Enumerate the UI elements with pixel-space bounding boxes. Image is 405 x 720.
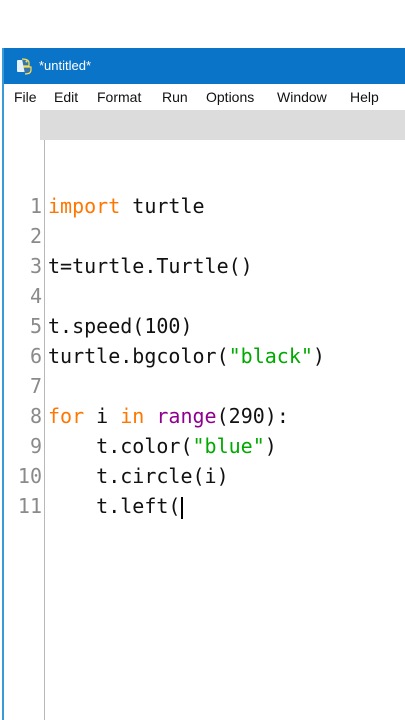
title-bar[interactable]: *untitled*: [4, 48, 405, 84]
code-text: t=turtle.Turtle(): [48, 254, 253, 278]
code-text: turtle.bgcolor("black"): [48, 344, 325, 368]
line-number: 1: [29, 194, 42, 218]
line-number: 11: [17, 494, 42, 518]
code-line-11: 11 t.left(: [4, 491, 405, 521]
code-line-7: 7: [4, 371, 405, 401]
idle-editor-window: *untitled* File Edit Format Run Options …: [2, 48, 405, 720]
menu-edit[interactable]: Edit: [54, 84, 78, 110]
line-number: 8: [29, 404, 42, 428]
line-number: 10: [17, 464, 42, 488]
line-number: 9: [29, 434, 42, 458]
code-text: for i in range(290):: [48, 404, 289, 428]
code-line-10: 10 t.circle(i): [4, 461, 405, 491]
code-line-2: 2: [4, 221, 405, 251]
menu-bar: File Edit Format Run Options Window Help: [4, 84, 405, 110]
code-text: t.circle(i): [48, 464, 229, 488]
window-title: *untitled*: [39, 58, 92, 73]
code-line-text: t.left(: [48, 494, 181, 518]
code-line-8: 8 for i in range(290):: [4, 401, 405, 431]
menu-format[interactable]: Format: [97, 84, 141, 110]
code-text: t.color("blue"): [48, 434, 277, 458]
code-line-1: 1 import turtle: [4, 191, 405, 221]
code-text: t.speed(100): [48, 314, 193, 338]
menu-help[interactable]: Help: [350, 84, 379, 110]
code-text: t.left(: [48, 491, 184, 521]
code-line-9: 9 t.color("blue"): [4, 431, 405, 461]
code-text: import turtle: [48, 194, 205, 218]
line-number: 5: [29, 314, 42, 338]
background-strip: [0, 0, 405, 48]
line-number: 3: [29, 254, 42, 278]
code-line-6: 6 turtle.bgcolor("black"): [4, 341, 405, 371]
menu-file[interactable]: File: [14, 84, 37, 110]
line-number: 6: [29, 344, 42, 368]
code-line-5: 5 t.speed(100): [4, 311, 405, 341]
menu-window[interactable]: Window: [277, 84, 327, 110]
code-line-4: 4: [4, 281, 405, 311]
text-cursor: [181, 496, 184, 519]
code-line-3: 3 t=turtle.Turtle(): [4, 251, 405, 281]
line-number: 2: [29, 224, 42, 248]
menu-options[interactable]: Options: [206, 84, 254, 110]
python-idle-icon: [16, 57, 34, 75]
menu-run[interactable]: Run: [162, 84, 188, 110]
line-number: 4: [29, 284, 42, 308]
editor-header-strip: [40, 110, 405, 140]
line-number: 7: [29, 374, 42, 398]
code-editor[interactable]: 1 import turtle 2 3 t=turtle.Turtle() 4 …: [4, 140, 405, 720]
